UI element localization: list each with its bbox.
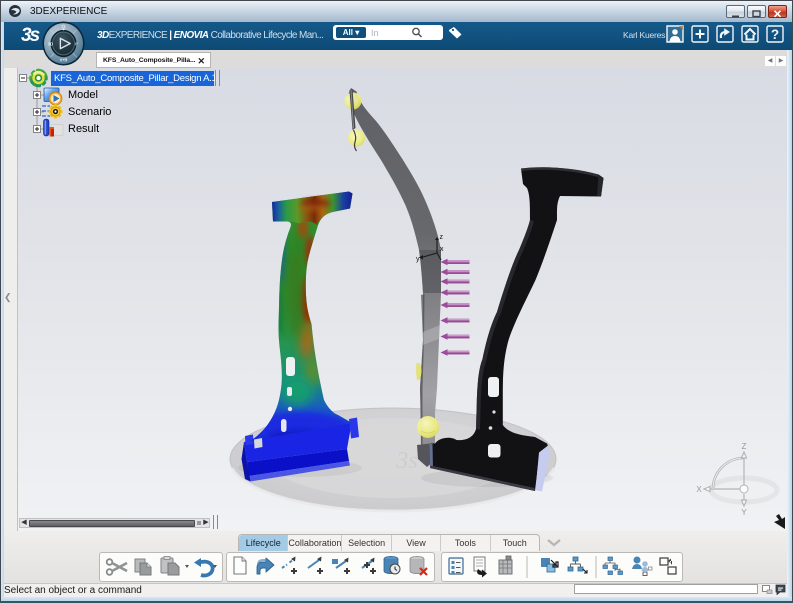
svg-text:x: x [440,246,444,253]
svg-text:y: y [416,256,420,263]
svg-text:3s: 3s [395,448,417,474]
svg-text:3D: 3D [48,41,53,46]
svg-text:?: ? [771,27,779,42]
svg-text:V+R: V+R [60,57,68,62]
svg-text:Z: Z [742,442,747,451]
svg-text:X: X [696,485,702,494]
svg-text:Y: Y [741,508,747,517]
svg-text:z: z [440,234,444,241]
